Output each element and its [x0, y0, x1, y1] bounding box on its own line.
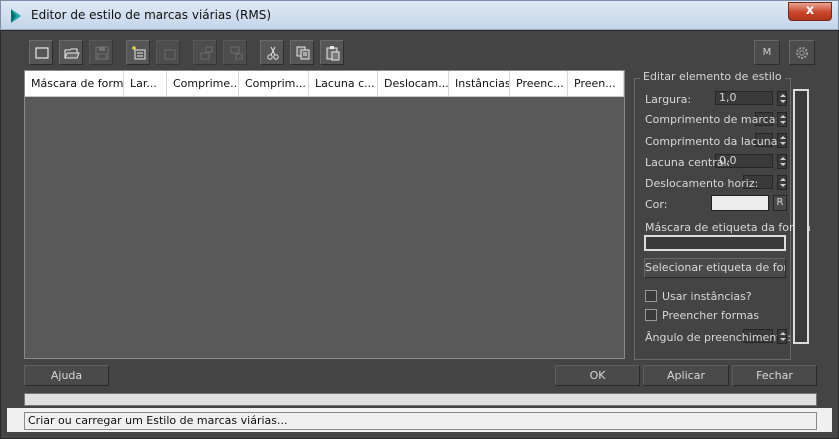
column-header[interactable]: Deslocam...	[378, 71, 449, 97]
angulo-spinner[interactable]	[777, 329, 787, 344]
comp-lacuna-label: Comprimento da lacuna:	[645, 135, 782, 148]
copy-button[interactable]	[290, 40, 314, 65]
angulo-label: Ângulo de preenchimento:	[645, 331, 792, 344]
remove-icon	[164, 49, 176, 60]
largura-spinner[interactable]	[777, 91, 787, 106]
move-down-icon	[230, 46, 243, 60]
move-up-icon	[200, 46, 213, 60]
desloc-label: Deslocamento horiz:	[645, 177, 759, 190]
cor-label: Cor:	[645, 198, 668, 211]
new-icon	[35, 47, 49, 59]
select-shape-label-button[interactable]: Selecionar etiqueta de forma	[644, 258, 786, 278]
column-header[interactable]: Máscara de forma	[25, 71, 124, 97]
comp-marca-spinner[interactable]	[777, 112, 787, 127]
preencher-formas-checkbox[interactable]	[645, 309, 657, 321]
close-icon: x	[805, 3, 815, 18]
comp-marca-label: Comprimento de marca:	[645, 113, 780, 126]
add-icon	[132, 46, 146, 60]
lacuna-central-spinner[interactable]	[777, 154, 787, 169]
column-header[interactable]: Lar...	[124, 71, 167, 97]
desloc-spinner[interactable]	[777, 175, 787, 190]
comp-lacuna-spinner[interactable]	[777, 133, 787, 148]
m-button[interactable]: M	[754, 40, 780, 65]
column-header[interactable]: Comprim...	[239, 71, 309, 97]
lacuna-central-label: Lacuna central:	[645, 156, 731, 169]
window-title: Editor de estilo de marcas viárias (RMS)	[31, 8, 271, 22]
paste-icon	[326, 46, 340, 61]
ajuda-button[interactable]: Ajuda	[24, 365, 109, 386]
table-header: Máscara de forma Lar... Comprime... Comp…	[25, 71, 624, 97]
largura-label: Largura:	[645, 93, 692, 106]
move-down-button[interactable]	[223, 40, 247, 65]
copy-icon	[296, 46, 310, 60]
mask-field[interactable]	[644, 235, 786, 251]
move-up-button[interactable]	[193, 40, 217, 65]
close-button[interactable]: x	[788, 2, 832, 21]
r-button[interactable]: R	[773, 195, 787, 211]
save-button[interactable]	[89, 40, 113, 65]
color-swatch[interactable]	[711, 195, 769, 211]
preencher-formas-label: Preencher formas	[662, 309, 760, 322]
column-header[interactable]: Lacuna c...	[309, 71, 378, 97]
column-header[interactable]: Preenc...	[510, 71, 568, 97]
vertical-scrollbar[interactable]	[793, 89, 809, 344]
group-title: Editar elemento de estilo	[640, 70, 785, 83]
progress-bar	[24, 393, 817, 406]
style-table[interactable]: Máscara de forma Lar... Comprime... Comp…	[24, 70, 625, 359]
app-icon	[11, 9, 21, 23]
mask-label: Máscara de etiqueta da forma	[645, 221, 811, 234]
cut-button[interactable]	[260, 40, 284, 65]
largura-field[interactable]: 1,0	[715, 91, 773, 105]
usar-instancias-checkbox[interactable]	[645, 290, 657, 302]
cut-icon	[267, 46, 279, 60]
usar-instancias-label: Usar instâncias?	[662, 290, 752, 303]
open-icon	[64, 48, 80, 59]
column-header[interactable]: Comprime...	[167, 71, 239, 97]
column-header[interactable]: Preen...	[568, 71, 624, 97]
save-icon	[95, 46, 109, 60]
remove-button[interactable]	[156, 40, 180, 65]
add-button[interactable]	[126, 40, 150, 65]
open-button[interactable]	[59, 40, 83, 65]
column-header[interactable]: Instâncias	[449, 71, 510, 97]
status-bar: Criar ou carregar um Estilo de marcas vi…	[24, 412, 817, 430]
aplicar-button[interactable]: Aplicar	[643, 365, 729, 386]
title-bar: Editor de estilo de marcas viárias (RMS)…	[0, 0, 839, 30]
new-button[interactable]	[29, 40, 53, 65]
gear-icon	[796, 47, 808, 59]
client-area: M Máscara de forma Lar... Comprime... Co…	[7, 32, 832, 432]
paste-button[interactable]	[320, 40, 344, 65]
ok-button[interactable]: OK	[555, 365, 640, 386]
fechar-button[interactable]: Fechar	[732, 365, 817, 386]
settings-button[interactable]	[789, 40, 815, 65]
